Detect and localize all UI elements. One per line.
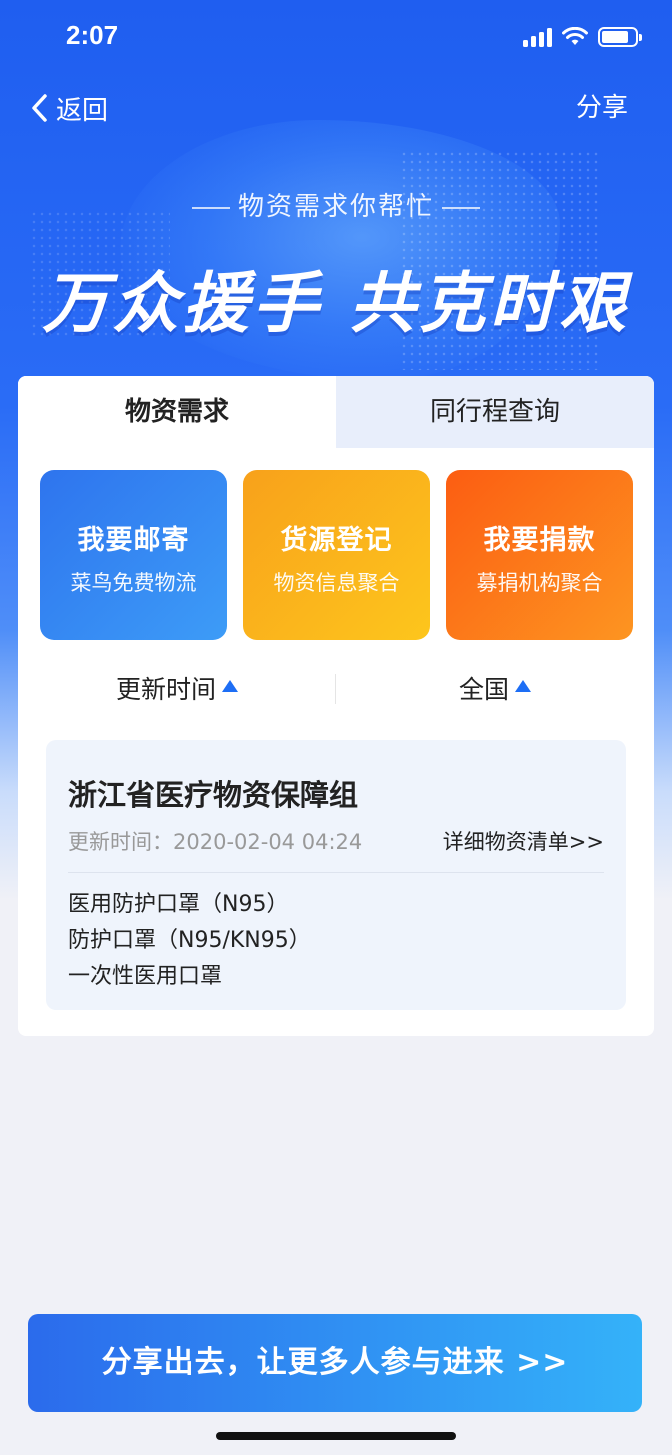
tab-supply-needs[interactable]: 物资需求 (18, 376, 336, 448)
sort-update-time-dropdown[interactable]: 更新时间 (18, 668, 336, 712)
sort-update-time-label: 更新时间 (115, 675, 216, 704)
region-dropdown[interactable]: 全国 (336, 668, 654, 712)
divider-line-right (442, 206, 480, 209)
home-indicator[interactable] (216, 1432, 456, 1440)
signal-icon (523, 27, 552, 47)
back-label: 返回 (56, 95, 109, 126)
item-needs-list: 医用防护口罩（N95） 防护口罩（N95/KN95） 一次性医用口罩 (68, 887, 604, 995)
tab-bar: 物资需求 同行程查询 (18, 376, 654, 448)
item-org-name: 浙江省医疗物资保障组 (68, 778, 359, 812)
wifi-icon (562, 27, 588, 45)
caret-up-icon (515, 680, 531, 692)
share-link[interactable]: 分享 (576, 90, 628, 126)
main-card: 物资需求 同行程查询 我要邮寄 菜鸟免费物流 货源登记 物资信息聚合 我要捐款 … (18, 376, 654, 1036)
filter-bar: 更新时间 全国 (18, 668, 654, 712)
back-button[interactable]: 返回 (30, 90, 108, 126)
status-bar: 2:07 (0, 0, 672, 76)
share-out-button[interactable]: 分享出去，让更多人参与进来 >> (28, 1314, 642, 1412)
battery-icon (598, 27, 642, 47)
supply-register-subtitle: 物资信息聚合 (273, 571, 400, 595)
need-item: 医用防护口罩（N95） (68, 892, 289, 917)
filter-divider (335, 674, 336, 704)
item-update-time: 更新时间：2020-02-04 04:24 (68, 830, 363, 854)
need-item: 一次性医用口罩 (68, 964, 223, 989)
list-item[interactable]: 浙江省医疗物资保障组 更新时间：2020-02-04 04:24 详细物资清单>… (46, 740, 626, 1010)
divider-line-left (191, 206, 230, 209)
status-time: 2:07 (66, 20, 119, 50)
hero-headline: 万众援手 共克时艰 (42, 265, 630, 342)
region-label: 全国 (458, 675, 509, 704)
supply-register-title: 货源登记 (280, 525, 393, 556)
caret-up-icon (222, 680, 238, 692)
donate-subtitle: 募捐机构聚合 (476, 571, 603, 595)
mail-card-title: 我要邮寄 (77, 525, 190, 556)
chevron-left-icon (32, 94, 47, 122)
action-cards: 我要邮寄 菜鸟免费物流 货源登记 物资信息聚合 我要捐款 募捐机构聚合 (40, 470, 633, 640)
item-meta: 更新时间：2020-02-04 04:24 详细物资清单>> (68, 826, 604, 873)
donate-title: 我要捐款 (483, 525, 596, 556)
donate-card-button[interactable]: 我要捐款 募捐机构聚合 (446, 470, 633, 640)
mail-card-button[interactable]: 我要邮寄 菜鸟免费物流 (40, 470, 227, 640)
tab-trip-query[interactable]: 同行程查询 (336, 376, 654, 448)
hero-subtitle-text: 物资需求你帮忙 (237, 192, 434, 222)
need-item: 防护口罩（N95/KN95） (68, 928, 311, 953)
status-icons (523, 24, 642, 50)
detail-list-link[interactable]: 详细物资清单>> (443, 826, 604, 856)
mail-card-subtitle: 菜鸟免费物流 (70, 571, 197, 595)
hero-subtitle: 物资需求你帮忙 (0, 186, 672, 223)
supply-register-card-button[interactable]: 货源登记 物资信息聚合 (243, 470, 430, 640)
